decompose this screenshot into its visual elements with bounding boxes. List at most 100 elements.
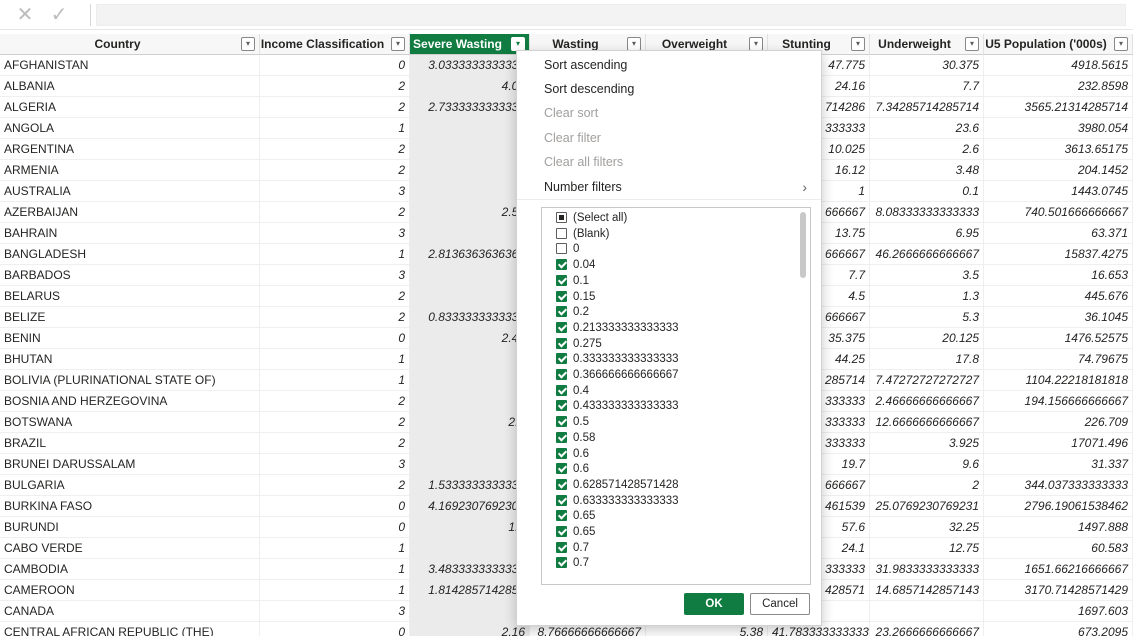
cell-severe[interactable]: 2.8136363636363 [410,244,530,265]
cell-u5[interactable]: 15837.4275 [984,244,1133,265]
cell-underweight[interactable]: 23.2666666666667 [870,622,984,636]
cell-u5[interactable]: 1697.603 [984,601,1133,622]
cell-country[interactable]: BURKINA FASO [0,496,260,517]
cell-underweight[interactable]: 1.3 [870,286,984,307]
menu-item[interactable]: Sort ascending [517,53,821,78]
cell-country[interactable]: ARGENTINA [0,139,260,160]
cell-severe[interactable]: 0.8333333333333 [410,307,530,328]
cell-country[interactable]: ALGERIA [0,97,260,118]
checkbox-icon[interactable] [556,526,567,537]
cell-country[interactable]: CAMBODIA [0,559,260,580]
column-header[interactable]: Severe Wasting ▾ [410,34,530,55]
cell-u5[interactable]: 445.676 [984,286,1133,307]
cell-income[interactable]: 2 [260,97,410,118]
cell-underweight[interactable]: 32.25 [870,517,984,538]
cell-severe[interactable]: 2 [410,118,530,139]
cell-income[interactable]: 2 [260,433,410,454]
cell-income[interactable]: 3 [260,265,410,286]
cell-income[interactable]: 2 [260,202,410,223]
cell-u5[interactable]: 4918.5615 [984,55,1133,76]
checkbox-icon[interactable] [556,463,567,475]
cell-severe[interactable]: 2.16 [410,622,530,636]
cell-country[interactable]: CAMEROON [0,580,260,601]
cell-underweight[interactable]: 7.47272727272727 [870,370,984,391]
cell-underweight[interactable]: 25.0769230769231 [870,496,984,517]
checkbox-icon[interactable] [556,227,567,239]
cell-severe[interactable] [410,265,530,286]
cell-underweight[interactable] [870,601,984,622]
cell-u5[interactable]: 74.79675 [984,349,1133,370]
cell-income[interactable]: 2 [260,286,410,307]
cell-underweight[interactable]: 2.6 [870,139,984,160]
filter-dropdown-icon[interactable]: ▾ [627,37,641,51]
cell-underweight[interactable]: 17.8 [870,349,984,370]
cell-underweight[interactable]: 9.6 [870,454,984,475]
cell-country[interactable]: ANGOLA [0,118,260,139]
cell-income[interactable]: 3 [260,601,410,622]
cell-severe[interactable]: 2 [410,391,530,412]
cell-income[interactable]: 0 [260,517,410,538]
cell-underweight[interactable]: 3.48 [870,160,984,181]
cell-country[interactable]: BENIN [0,328,260,349]
cell-u5[interactable]: 2796.19061538462 [984,496,1133,517]
checkbox-icon[interactable] [556,212,567,223]
formula-input[interactable] [96,4,1126,26]
cell-country[interactable]: CANADA [0,601,260,622]
cell-severe[interactable]: 0 [410,433,530,454]
cell-income[interactable]: 2 [260,139,410,160]
cell-country[interactable]: BANGLADESH [0,244,260,265]
cell-u5[interactable]: 3613.65175 [984,139,1133,160]
cell-country[interactable]: BRAZIL [0,433,260,454]
ok-button[interactable]: OK [684,593,744,615]
checkbox-icon[interactable] [556,290,567,302]
cell-income[interactable]: 0 [260,328,410,349]
cell-income[interactable]: 3 [260,223,410,244]
cell-underweight[interactable]: 20.125 [870,328,984,349]
cell-severe[interactable]: 1 [410,160,530,181]
cell-u5[interactable]: 344.037333333333 [984,475,1133,496]
cell-u5[interactable]: 1443.0745 [984,181,1133,202]
cell-country[interactable]: AZERBAIJAN [0,202,260,223]
cell-country[interactable]: AFGHANISTAN [0,55,260,76]
filter-dropdown-icon[interactable]: ▾ [851,37,865,51]
cell-underweight[interactable]: 23.6 [870,118,984,139]
filter-dropdown-icon[interactable]: ▾ [1114,37,1128,51]
checkbox-icon[interactable] [556,384,567,396]
column-header[interactable]: Underweight ▾ [870,34,984,55]
checkbox-icon[interactable] [556,447,567,459]
cell-country[interactable]: BOTSWANA [0,412,260,433]
cell-country[interactable]: BOLIVIA (PLURINATIONAL STATE OF) [0,370,260,391]
menu-item[interactable]: Number filters › [517,175,821,200]
cell-underweight[interactable]: 46.2666666666667 [870,244,984,265]
checkbox-icon[interactable] [556,243,567,255]
cell-income[interactable]: 0 [260,622,410,636]
menu-item[interactable]: Sort descending [517,77,821,102]
cell-u5[interactable]: 194.156666666667 [984,391,1133,412]
cell-country[interactable]: BHUTAN [0,349,260,370]
cell-underweight[interactable]: 7.7 [870,76,984,97]
cell-income[interactable]: 2 [260,475,410,496]
cell-u5[interactable]: 17071.496 [984,433,1133,454]
cell-u5[interactable]: 232.8598 [984,76,1133,97]
cell-income[interactable]: 1 [260,244,410,265]
cell-u5[interactable]: 1476.52575 [984,328,1133,349]
cell-severe[interactable] [410,223,530,244]
filter-dropdown-icon[interactable]: ▾ [241,37,255,51]
cell-country[interactable]: CABO VERDE [0,538,260,559]
filter-dropdown-icon[interactable]: ▾ [965,37,979,51]
cell-u5[interactable]: 3565.21314285714 [984,97,1133,118]
cell-underweight[interactable]: 31.9833333333333 [870,559,984,580]
filter-dropdown-icon[interactable]: ▾ [511,37,525,51]
checkbox-icon[interactable] [556,431,567,443]
column-header[interactable]: U5 Population ('000s) ▾ [984,34,1133,55]
cell-underweight[interactable]: 2 [870,475,984,496]
filter-dropdown-icon[interactable]: ▾ [749,37,763,51]
cell-severe[interactable]: 0 [410,370,530,391]
cell-severe[interactable] [410,538,530,559]
cell-u5[interactable]: 63.371 [984,223,1133,244]
cell-underweight[interactable]: 2.46666666666667 [870,391,984,412]
cell-underweight[interactable]: 8.08333333333333 [870,202,984,223]
checkbox-icon[interactable] [556,541,567,553]
cell-income[interactable]: 2 [260,76,410,97]
cell-underweight[interactable]: 3.925 [870,433,984,454]
